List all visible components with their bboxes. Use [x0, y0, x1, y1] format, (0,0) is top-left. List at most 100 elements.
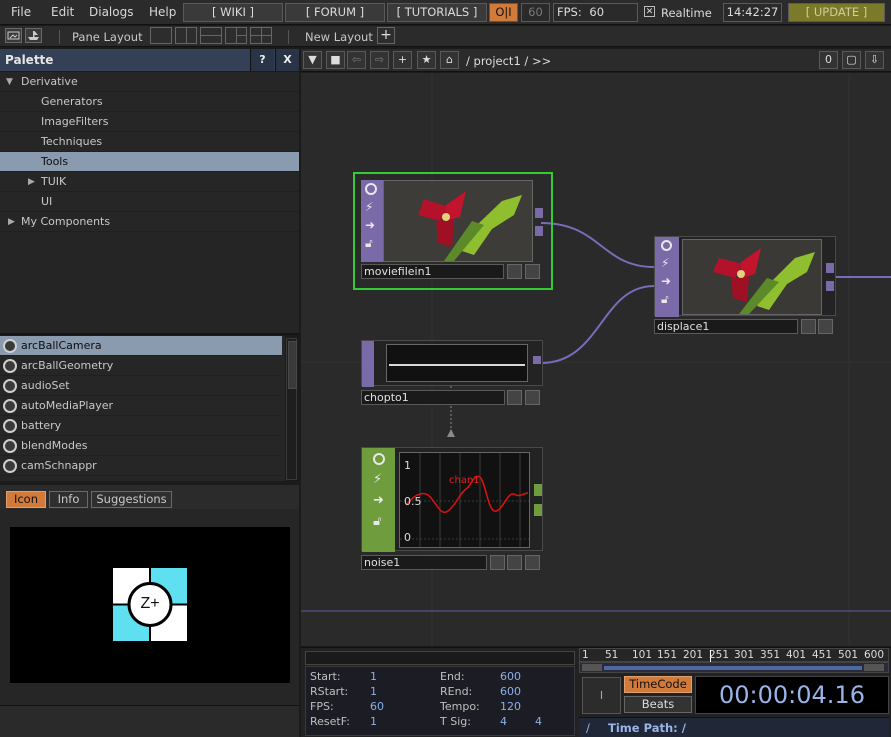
output-connector[interactable]: [534, 504, 542, 516]
lock-icon[interactable]: 🔓︎: [373, 515, 384, 528]
stop-icon[interactable]: ■: [326, 51, 345, 69]
menu-down-icon[interactable]: ▼: [303, 51, 322, 69]
forward-arrow-icon[interactable]: ⇨: [370, 51, 389, 69]
maximize-icon[interactable]: ▢: [842, 51, 861, 69]
bypass-flag-icon[interactable]: [507, 390, 522, 405]
list-item[interactable]: arcBallCamera: [0, 336, 282, 356]
display-flag-icon[interactable]: [507, 555, 522, 570]
rend-value[interactable]: 600: [500, 685, 521, 698]
play-button[interactable]: I: [582, 677, 621, 714]
output-connector[interactable]: [826, 281, 834, 291]
output-connector[interactable]: [533, 356, 541, 364]
list-item[interactable]: camSchnappr: [0, 456, 282, 476]
node-label[interactable]: chopto1: [361, 390, 505, 405]
back-arrow-icon[interactable]: ⇦: [347, 51, 366, 69]
time-path-slash[interactable]: /: [586, 721, 590, 735]
rstart-value[interactable]: 1: [370, 685, 377, 698]
layout-hsplit-button[interactable]: [200, 27, 222, 44]
cook-icon[interactable]: ⚡: [661, 257, 673, 269]
output-connector[interactable]: [535, 208, 543, 218]
playhead[interactable]: [710, 650, 711, 662]
download-icon[interactable]: ⇩: [865, 51, 884, 69]
resetf-value[interactable]: 1: [370, 715, 377, 728]
timecode-button[interactable]: TimeCode: [624, 676, 692, 693]
node-label[interactable]: moviefilein1: [361, 264, 504, 279]
tutorials-button[interactable]: [ TUTORIALS ]: [387, 3, 487, 22]
tree-item-my-components[interactable]: ▶ My Components: [0, 212, 299, 232]
tsig-numerator[interactable]: 4: [500, 715, 507, 728]
chopto-node[interactable]: [361, 340, 543, 387]
pin-flag-icon[interactable]: [525, 390, 540, 405]
output-connector[interactable]: [534, 484, 542, 496]
tree-item-tuik[interactable]: ▶ TUIK: [0, 172, 299, 192]
displace-node[interactable]: ⚡ ➜ 🔓︎: [654, 236, 836, 317]
start-value[interactable]: 1: [370, 670, 377, 683]
timeline-range-bar[interactable]: [579, 662, 889, 673]
star-icon[interactable]: ★: [417, 51, 436, 69]
node-label[interactable]: displace1: [654, 319, 798, 334]
tab-suggestions[interactable]: Suggestions: [91, 491, 172, 508]
oi-toggle[interactable]: O|I: [489, 3, 518, 22]
tree-item-ui[interactable]: UI: [0, 192, 299, 212]
menu-edit[interactable]: Edit: [51, 5, 74, 19]
menu-file[interactable]: File: [11, 5, 31, 19]
pin-flag-icon[interactable]: [525, 555, 540, 570]
tree-item-imagefilters[interactable]: ImageFilters: [0, 112, 299, 132]
scrollbar-thumb[interactable]: [288, 341, 297, 389]
list-item[interactable]: autoMediaPlayer: [0, 396, 282, 416]
tree-item-generators[interactable]: Generators: [0, 92, 299, 112]
bypass-flag-icon[interactable]: [507, 264, 522, 279]
bypass-flag-icon[interactable]: [490, 555, 505, 570]
lock-icon[interactable]: 🔓︎: [365, 237, 379, 249]
home-icon[interactable]: ⌂: [440, 51, 459, 69]
add-icon[interactable]: +: [393, 51, 412, 69]
realtime-checkbox[interactable]: ✕: [644, 6, 655, 17]
tree-item-tools[interactable]: Tools: [0, 152, 299, 172]
forum-button[interactable]: [ FORUM ]: [285, 3, 385, 22]
palette-close-button[interactable]: X: [275, 49, 299, 71]
end-value[interactable]: 600: [500, 670, 521, 683]
beats-button[interactable]: Beats: [624, 696, 692, 713]
wiki-button[interactable]: [ WIKI ]: [183, 3, 283, 22]
collapsed-arrow-icon[interactable]: ▶: [8, 212, 15, 232]
palette-help-button[interactable]: ?: [250, 49, 274, 71]
pin-flag-icon[interactable]: [818, 319, 833, 334]
lock-icon[interactable]: 🔓︎: [661, 293, 673, 305]
cook-icon[interactable]: ⚡: [365, 201, 379, 213]
tempo-value[interactable]: 120: [500, 700, 521, 713]
pin-flag-icon[interactable]: [525, 264, 540, 279]
noise-node[interactable]: ⚡ ➜ 🔓︎ 1 0.5 0 chan1: [361, 447, 543, 552]
viewer-icon[interactable]: [373, 453, 385, 465]
output-connector[interactable]: [535, 226, 543, 236]
export-arrow-icon[interactable]: ➜: [661, 275, 673, 287]
list-item[interactable]: arcBallGeometry: [0, 356, 282, 376]
timeline-ruler[interactable]: 1 51 101 151 201 251 301 351 401 451 501…: [579, 648, 889, 662]
collapsed-arrow-icon[interactable]: ▶: [28, 172, 35, 192]
export-arrow-icon[interactable]: ➜: [373, 494, 384, 507]
tsig-denominator[interactable]: 4: [535, 715, 542, 728]
layout-quad-button[interactable]: [250, 27, 272, 44]
menu-dialogs[interactable]: Dialogs: [89, 5, 133, 19]
menu-help[interactable]: Help: [149, 5, 176, 19]
tree-item-derivative[interactable]: ▼ Derivative: [0, 72, 299, 92]
bypass-flag-icon[interactable]: [801, 319, 816, 334]
layout-single-button[interactable]: [150, 27, 172, 44]
list-item[interactable]: battery: [0, 416, 282, 436]
viewer-icon[interactable]: [365, 183, 377, 195]
fps-value[interactable]: 60: [370, 700, 384, 713]
list-item[interactable]: blendModes: [0, 436, 282, 456]
window-icon[interactable]: [5, 28, 22, 43]
moviefilein-node[interactable]: ⚡ ➜ 🔓︎ moviefilein1: [353, 172, 553, 290]
tab-icon[interactable]: Icon: [6, 491, 46, 508]
component-scrollbar[interactable]: [286, 338, 297, 480]
output-connector[interactable]: [826, 263, 834, 273]
layout-three-button[interactable]: [225, 27, 247, 44]
cook-icon[interactable]: ⚡: [373, 473, 384, 486]
expanded-arrow-icon[interactable]: ▼: [6, 72, 13, 92]
node-label[interactable]: noise1: [361, 555, 487, 570]
network-path[interactable]: / project1 / >>: [466, 54, 551, 68]
add-layout-button[interactable]: +: [377, 27, 395, 44]
viewer-icon[interactable]: [661, 240, 672, 251]
tab-info[interactable]: Info: [49, 491, 88, 508]
boat-icon[interactable]: [25, 28, 42, 43]
